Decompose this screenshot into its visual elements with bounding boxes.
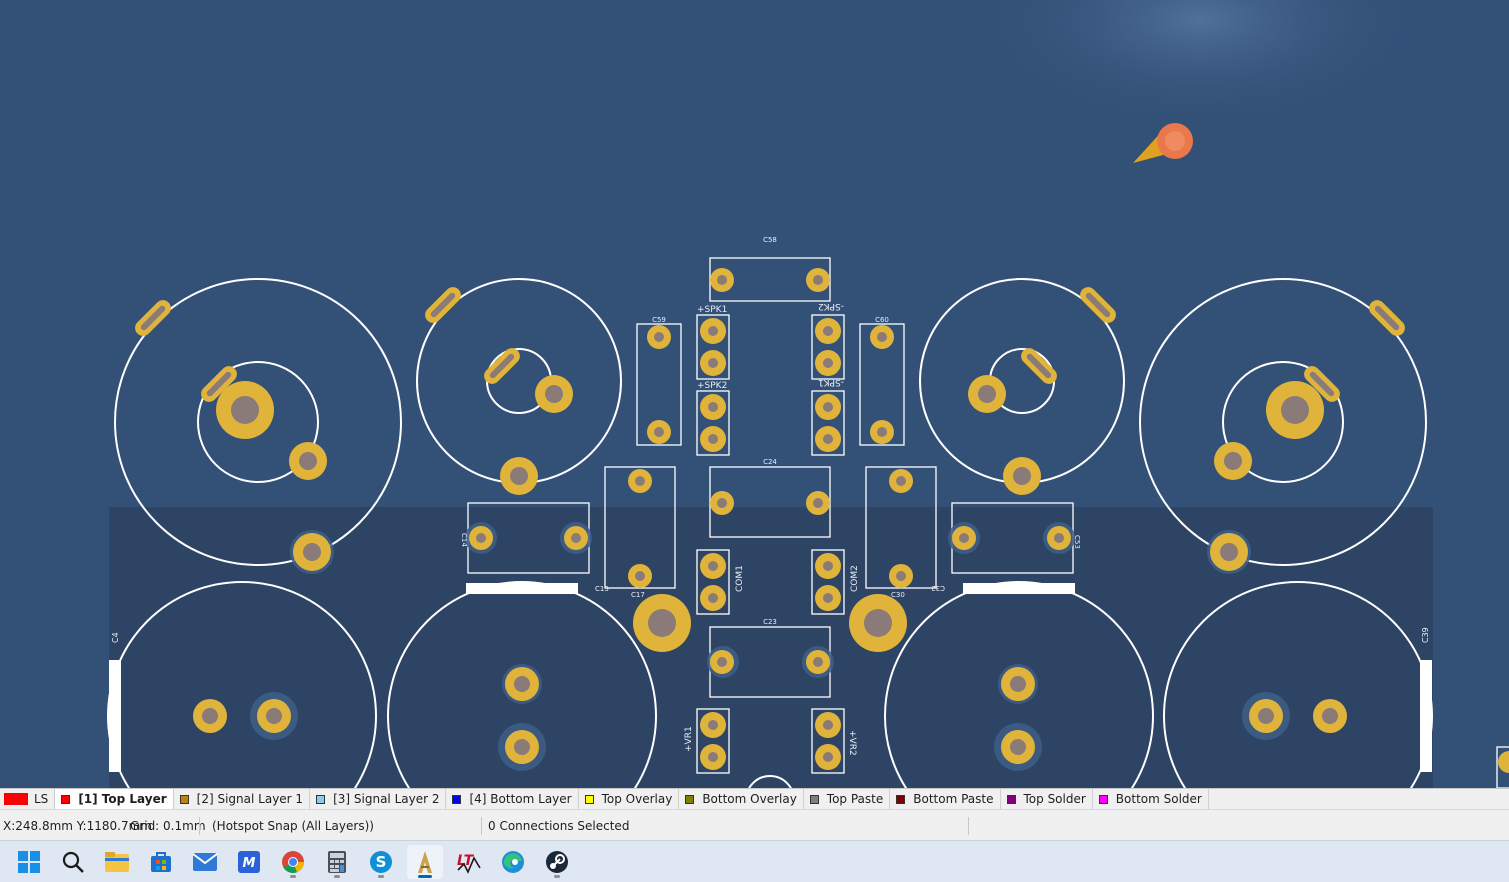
orange-cone-icon [1133, 123, 1193, 163]
windows-taskbar: M S LT [0, 840, 1509, 882]
windows-start-icon[interactable] [11, 845, 47, 879]
layer-color-swatch [1006, 794, 1016, 804]
search-icon[interactable] [55, 845, 91, 879]
label-spk1-pos: +SPK1 [697, 305, 727, 315]
calculator-icon[interactable] [319, 845, 355, 879]
layer-tab-label: Bottom Solder [1115, 792, 1202, 806]
layer-color-swatch [685, 794, 695, 804]
label-spk2-neg: -SPK2 [818, 301, 844, 311]
label-c13: C13 [595, 585, 609, 593]
file-explorer-icon[interactable] [99, 845, 135, 879]
layer-tab-list: [1] Top Layer [2] Signal Layer 1 [3] Signa… [55, 789, 1209, 809]
layer-tab[interactable]: [3] Signal Layer 2 [310, 789, 447, 809]
label-c32: C32 [931, 584, 945, 592]
layer-tab[interactable]: Top Paste [804, 789, 891, 809]
light-glow [970, 0, 1430, 130]
snap-mode: (Hotspot Snap (All Layers)) [212, 819, 374, 833]
label-c23: C23 [763, 618, 777, 626]
layer-tab[interactable]: [4] Bottom Layer [446, 789, 579, 809]
running-indicator [378, 875, 384, 878]
label-c14: C14 [460, 533, 468, 547]
running-indicator [290, 875, 296, 878]
mail-icon[interactable] [187, 845, 223, 879]
edge-icon[interactable] [495, 845, 531, 879]
label-com2: COM2 [850, 565, 860, 592]
layer-tab[interactable]: Bottom Overlay [679, 789, 804, 809]
label-com1: COM1 [735, 565, 745, 592]
connections-selected: 0 Connections Selected [488, 819, 630, 833]
layer-set-button[interactable]: LS [0, 789, 56, 809]
steam-icon[interactable] [539, 845, 575, 879]
label-c59: C59 [652, 316, 666, 324]
layer-tab[interactable]: Bottom Paste [890, 789, 1001, 809]
layer-tab-label: Top Paste [826, 792, 884, 806]
layer-set-label: LS [34, 792, 49, 806]
status-bar: X:248.8mm Y:1180.7mm Grid: 0.1mm (Hotspo… [0, 809, 1509, 840]
layer-tab-label: Bottom Overlay [702, 792, 797, 806]
current-layer-swatch [4, 793, 28, 805]
ltspice-icon[interactable]: LT [451, 845, 487, 879]
mathcad-icon[interactable]: M [231, 845, 267, 879]
layer-tab[interactable]: Bottom Solder [1093, 789, 1209, 809]
status-divider [199, 817, 200, 835]
layer-color-swatch [584, 794, 594, 804]
label-c60: C60 [875, 316, 889, 324]
layer-color-swatch [809, 794, 819, 804]
label-c30: C30 [891, 591, 905, 599]
layer-color-swatch [316, 794, 326, 804]
running-indicator [418, 875, 432, 878]
running-indicator [554, 875, 560, 878]
pcb-canvas[interactable]: C58 C59 C60 +SPK1 +SPK2 -SPK2 -SPK1 C24 … [0, 0, 1509, 788]
status-divider [481, 817, 482, 835]
label-c24: C24 [763, 458, 777, 466]
layer-color-swatch [61, 794, 71, 804]
layer-tab-label: [3] Signal Layer 2 [333, 792, 440, 806]
svg-text:M: M [243, 856, 256, 871]
svg-text:S: S [376, 853, 387, 871]
layer-color-swatch [896, 794, 906, 804]
layer-tab-label: Top Solder [1023, 792, 1086, 806]
layer-color-swatch [452, 794, 462, 804]
label-spk2-pos: +SPK2 [697, 381, 727, 391]
status-divider [968, 817, 969, 835]
layer-tab-label: [1] Top Layer [78, 792, 167, 806]
label-c53: C53 [1073, 535, 1081, 549]
layer-tab[interactable]: Top Overlay [579, 789, 680, 809]
label-c39: C39 [1421, 627, 1430, 643]
layer-tab[interactable]: [1] Top Layer [55, 789, 174, 809]
pcb-view[interactable]: C58 C59 C60 +SPK1 +SPK2 -SPK2 -SPK1 C24 … [0, 0, 1509, 788]
label-spk1-neg: -SPK1 [818, 377, 844, 387]
label-vr1-pos: +VR1 [684, 726, 694, 752]
slot-pads [135, 287, 1405, 402]
layer-tab[interactable]: Top Solder [1001, 789, 1093, 809]
layer-color-swatch [1098, 794, 1108, 804]
chrome-icon[interactable] [275, 845, 311, 879]
label-vr2-pos: +VR2 [847, 730, 857, 756]
layer-tab-label: Bottom Paste [913, 792, 994, 806]
label-c17: C17 [631, 591, 645, 599]
altium-designer-icon[interactable] [407, 845, 443, 879]
running-indicator [334, 875, 340, 878]
label-c58: C58 [763, 236, 777, 244]
layer-tab-label: [4] Bottom Layer [469, 792, 572, 806]
layer-tab-label: [2] Signal Layer 1 [196, 792, 304, 806]
layer-tab[interactable]: [2] Signal Layer 1 [174, 789, 311, 809]
layer-tabs-bar: LS [1] Top Layer [2] Signal Layer 1 [3] Si… [0, 788, 1509, 809]
layer-color-swatch [179, 794, 189, 804]
microsoft-store-icon[interactable] [143, 845, 179, 879]
skype-icon[interactable]: S [363, 845, 399, 879]
grid-size: Grid: 0.1mm [130, 819, 206, 833]
label-c4: C4 [111, 632, 120, 643]
layer-tab-label: Top Overlay [601, 792, 673, 806]
